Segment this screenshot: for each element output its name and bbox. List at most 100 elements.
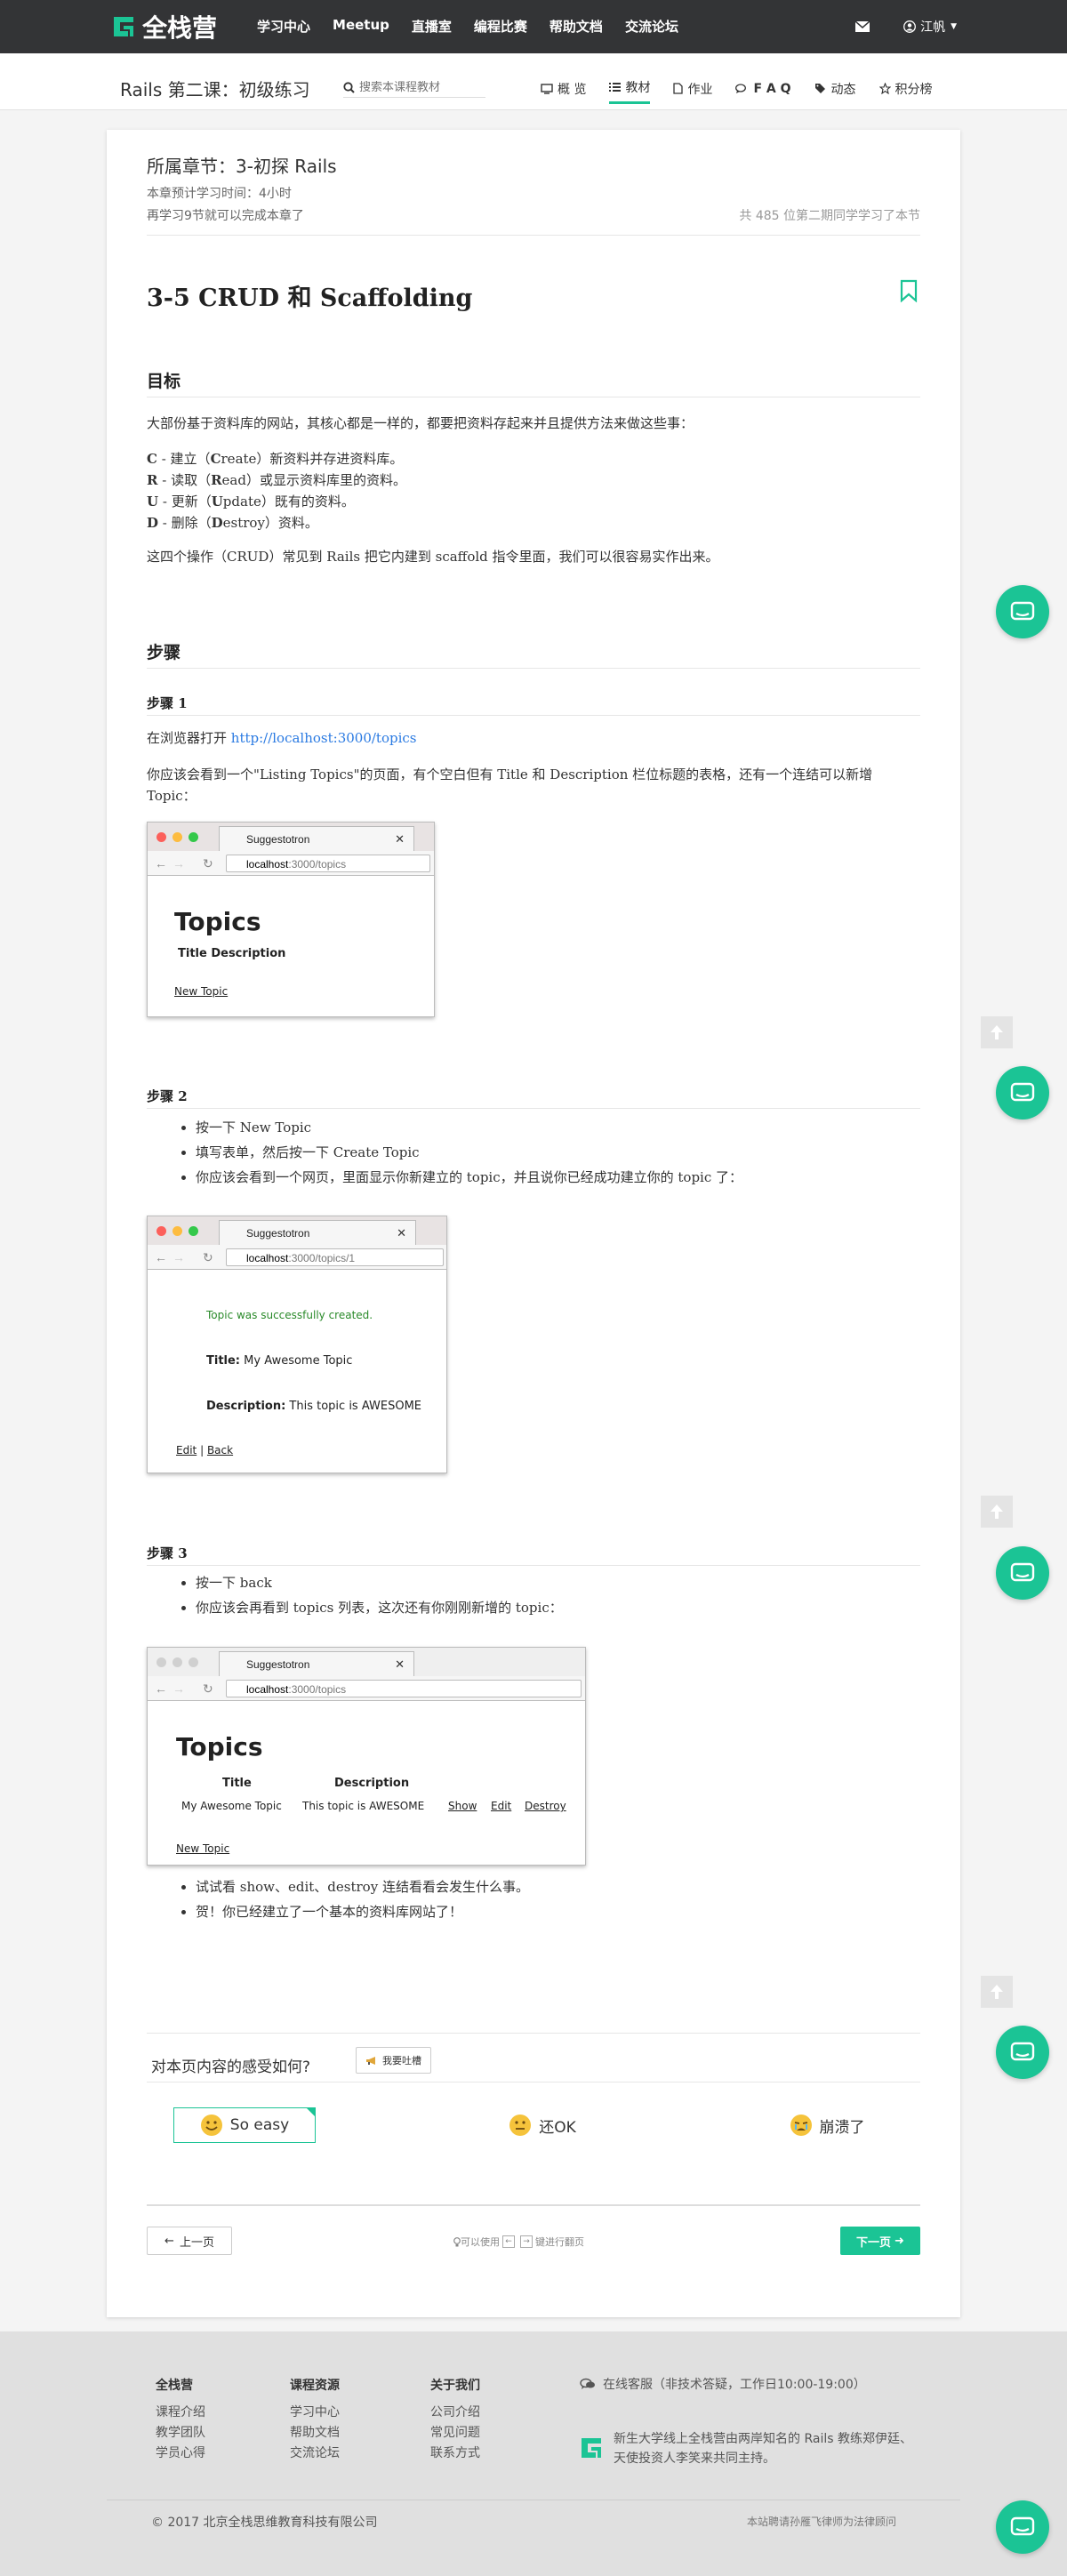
footer-link[interactable]: 常见问题: [430, 2423, 480, 2444]
footer-link[interactable]: 交流论坛: [290, 2444, 340, 2464]
lightbulb-icon: [453, 2236, 461, 2246]
mail-icon[interactable]: [855, 21, 870, 32]
tab-activity[interactable]: 动态: [814, 78, 856, 104]
megaphone-icon: [366, 2056, 375, 2065]
footer-link[interactable]: 公司介绍: [430, 2403, 480, 2423]
feedback-option-ok[interactable]: 还OK: [498, 2107, 587, 2143]
footer-link[interactable]: 学习中心: [290, 2403, 340, 2423]
logo-icon: [114, 17, 133, 36]
divider: [147, 715, 920, 716]
logo[interactable]: 全栈营: [110, 12, 217, 43]
search-input[interactable]: [359, 81, 479, 94]
tab-material[interactable]: 教材: [609, 78, 651, 104]
right-key-icon: →: [520, 2235, 533, 2248]
browser-tab: Suggestotron ✕: [219, 826, 414, 851]
close-icon: ✕: [395, 1657, 405, 1671]
step1-desc: 你应该会看到一个"Listing Topics"的页面，有个空白但有 Title…: [147, 766, 873, 804]
complain-button[interactable]: 我要吐槽: [356, 2047, 431, 2074]
user-name[interactable]: 江帆: [920, 18, 945, 36]
legal-advisor[interactable]: 本站聘请孙雁飞律师为法律顾问: [747, 2514, 896, 2529]
lesson-card: 所属章节：3-初探 Rails 本章预计学习时间：4小时 再学习9节就可以完成本…: [107, 130, 960, 2317]
back-arrow-icon: ←: [155, 1250, 167, 1264]
crud-outro: 这四个操作（CRUD）常见到 Rails 把它内建到 scaffold 指令里面…: [147, 549, 719, 565]
step3-heading: 步骤 3: [147, 1545, 188, 1561]
top-navbar: 全栈营 学习中心 Meetup 直播室 编程比赛 帮助文档 交流论坛 江帆 ▼: [0, 0, 1067, 53]
comments-icon: [735, 83, 747, 93]
chat-bubble-icon: [1010, 2516, 1035, 2536]
chat-button[interactable]: [996, 2026, 1049, 2079]
divider: [147, 2033, 920, 2034]
list-item: 填写表单，然后按一下 Create Topic: [196, 1140, 920, 1165]
footer-link[interactable]: 帮助文档: [290, 2423, 340, 2444]
forward-arrow-icon: →: [172, 1681, 185, 1696]
title-field: Title: My Awesome Topic: [206, 1354, 353, 1368]
column-title: Title: [222, 1777, 252, 1790]
crud-item-read: R - 读取（Read）或显示资料库里的资料。: [147, 472, 406, 488]
nav-learning-center[interactable]: 学习中心: [257, 17, 310, 36]
feedback-option-easy[interactable]: So easy: [173, 2107, 316, 2143]
tab-overview[interactable]: 概 览: [541, 78, 586, 104]
localhost-link[interactable]: http://localhost:3000/topics: [231, 730, 417, 746]
crud-item-update: U - 更新（Update）既有的资料。: [147, 494, 355, 510]
divider: [147, 235, 920, 236]
bookmark-icon[interactable]: [900, 279, 918, 302]
nav-forum[interactable]: 交流论坛: [625, 17, 678, 36]
chevron-down-icon[interactable]: ▼: [951, 22, 957, 31]
nav-help[interactable]: 帮助文档: [550, 17, 603, 36]
chat-button[interactable]: [996, 2500, 1049, 2554]
arrow-up-icon: [991, 1505, 1003, 1519]
tab-leaderboard[interactable]: 积分榜: [878, 78, 933, 104]
new-topic-link: New Topic: [174, 985, 229, 998]
success-notice: Topic was successfully created.: [206, 1309, 373, 1321]
nav-meetup[interactable]: Meetup: [333, 17, 389, 36]
footer-column-resources: 课程资源 学习中心 帮助文档 交流论坛: [290, 2376, 340, 2464]
online-service[interactable]: 在线客服（非技术答疑，工作日10:00-19:00）: [580, 2375, 866, 2393]
arrow-left-icon: ←: [164, 2234, 174, 2248]
divider: [147, 668, 920, 669]
crying-emoji-icon: [790, 2115, 812, 2136]
footer: 全栈营 课程介绍 教学团队 学员心得 课程资源 学习中心 帮助文档 交流论坛 关…: [0, 2331, 1067, 2576]
chat-bubble-icon: [1010, 2042, 1035, 2061]
chat-button[interactable]: [996, 585, 1049, 638]
tab-faq[interactable]: F A Q: [735, 78, 791, 104]
goal-intro: 大部份基于资料库的网站，其核心都是一样的，都要把资料存起来并且提供方法来做这些事…: [147, 415, 694, 431]
row-title: My Awesome Topic: [181, 1800, 282, 1812]
step2-list: 按一下 New Topic 填写表单，然后按一下 Create Topic 你应…: [196, 1115, 920, 1190]
scroll-top-button[interactable]: [981, 1016, 1013, 1048]
feedback-option-crash[interactable]: 崩溃了: [778, 2107, 876, 2143]
list-item: 贺！你已经建立了一个基本的资料库网站了！: [196, 1899, 920, 1924]
list-item: 你应该会再看到 topics 列表，这次还有你刚刚新增的 topic：: [196, 1595, 920, 1620]
close-icon: ✕: [395, 832, 405, 846]
neutral-emoji-icon: [509, 2115, 532, 2136]
footer-link[interactable]: 联系方式: [430, 2444, 480, 2464]
course-search[interactable]: [343, 78, 485, 98]
nav-contest[interactable]: 编程比赛: [474, 17, 527, 36]
prev-page-button[interactable]: ← 上一页: [147, 2227, 232, 2255]
chat-button[interactable]: [996, 1546, 1049, 1600]
lesson-title: 3-5 CRUD 和 Scaffolding: [147, 285, 473, 312]
forward-arrow-icon: →: [172, 1250, 185, 1264]
course-title: Rails 第二课：初级练习: [120, 79, 310, 100]
reload-icon: ↻: [203, 1250, 213, 1264]
footer-link[interactable]: 课程介绍: [156, 2403, 205, 2423]
scroll-top-button[interactable]: [981, 1976, 1013, 2008]
comments-icon: [580, 2378, 595, 2389]
nav-live[interactable]: 直播室: [412, 17, 452, 36]
chapter-label: 所属章节：3-初探 Rails: [147, 156, 337, 177]
chat-button[interactable]: [996, 1066, 1049, 1119]
back-arrow-icon: ←: [155, 1681, 167, 1696]
footer-column-about: 关于我们 公司介绍 常见问题 联系方式: [430, 2376, 480, 2464]
feedback-question: 对本页内容的感受如何?: [151, 2058, 311, 2076]
next-page-button[interactable]: 下一页 ➜: [840, 2227, 920, 2255]
footer-link[interactable]: 学员心得: [156, 2444, 205, 2464]
forward-arrow-icon: →: [172, 856, 185, 871]
scroll-top-button[interactable]: [981, 1496, 1013, 1528]
footer-link[interactable]: 教学团队: [156, 2423, 205, 2444]
crud-item-destroy: D - 删除（Destroy）资料。: [147, 515, 318, 531]
row-description: This topic is AWESOME: [302, 1800, 425, 1812]
tab-homework[interactable]: 作业: [673, 78, 712, 104]
list-icon: [609, 83, 622, 92]
list-item: 你应该会看到一个网页，里面显示你新建立的 topic，并且说你已经成功建立你的 …: [196, 1165, 920, 1190]
step3-list: 按一下 back 你应该会再看到 topics 列表，这次还有你刚刚新增的 to…: [196, 1570, 920, 1620]
list-item: 试试看 show、edit、destroy 连结看看会发生什么事。: [196, 1874, 920, 1899]
